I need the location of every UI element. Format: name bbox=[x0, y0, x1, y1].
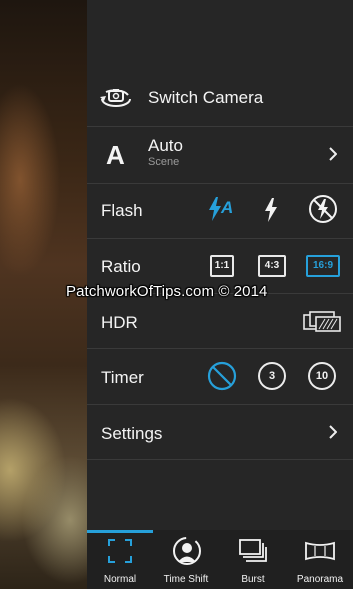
ratio-1-1-option[interactable]: 1:1 bbox=[210, 255, 234, 277]
normal-mode-icon bbox=[108, 539, 132, 563]
scene-row[interactable]: A Auto Scene bbox=[87, 127, 353, 184]
hdr-label: HDR bbox=[101, 313, 138, 332]
timer-off-icon[interactable] bbox=[207, 361, 237, 391]
panorama-icon bbox=[305, 541, 335, 561]
tab-normal[interactable]: Normal bbox=[87, 530, 153, 589]
active-tab-indicator bbox=[87, 530, 153, 533]
tab-time-shift[interactable]: Time Shift bbox=[153, 530, 219, 589]
camera-mode-tabbar: Normal Time Shift Burst Panorama bbox=[87, 530, 353, 589]
tab-panorama[interactable]: Panorama bbox=[287, 530, 353, 589]
flash-on-icon[interactable] bbox=[264, 197, 278, 223]
scene-label: Scene bbox=[148, 156, 180, 168]
timer-10-option[interactable]: 10 bbox=[308, 362, 336, 390]
burst-icon bbox=[239, 539, 267, 562]
tab-label: Panorama bbox=[296, 574, 344, 585]
flash-auto-icon[interactable]: A bbox=[207, 196, 237, 224]
switch-camera-icon bbox=[100, 89, 131, 107]
hdr-row[interactable]: HDR bbox=[87, 294, 353, 349]
scene-auto-icon: A bbox=[106, 140, 125, 170]
timer-row: Timer 3 10 bbox=[87, 349, 353, 405]
switch-camera-label: Switch Camera bbox=[148, 88, 264, 107]
time-shift-icon bbox=[173, 537, 201, 565]
hdr-icon[interactable] bbox=[303, 309, 341, 333]
ratio-label: Ratio bbox=[101, 257, 141, 276]
flash-row: Flash A bbox=[87, 184, 353, 239]
ratio-4-3-option[interactable]: 4:3 bbox=[258, 255, 286, 277]
watermark-text: PatchworkOfTips.com © 2014 bbox=[66, 283, 268, 300]
chevron-right-icon bbox=[329, 425, 337, 439]
ratio-16-9-option[interactable]: 16:9 bbox=[306, 255, 340, 277]
chevron-right-icon bbox=[329, 147, 337, 161]
tab-burst[interactable]: Burst bbox=[220, 530, 286, 589]
settings-label: Settings bbox=[101, 424, 163, 443]
flash-label: Flash bbox=[101, 201, 143, 220]
switch-camera-row[interactable]: Switch Camera bbox=[87, 70, 353, 127]
flash-off-icon[interactable] bbox=[308, 194, 338, 224]
settings-row[interactable]: Settings bbox=[87, 405, 353, 460]
timer-label: Timer bbox=[101, 368, 144, 387]
scene-value: Auto bbox=[148, 136, 183, 155]
timer-3-option[interactable]: 3 bbox=[258, 362, 286, 390]
